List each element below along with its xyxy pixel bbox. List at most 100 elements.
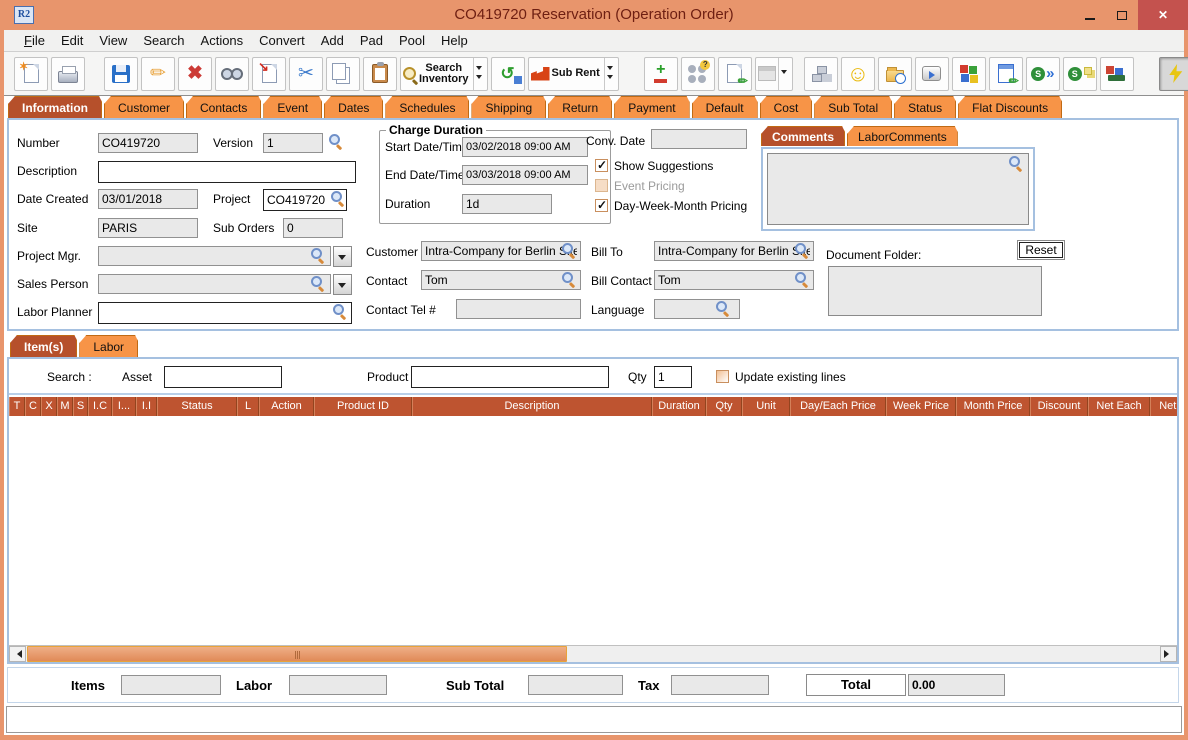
convert-order-button[interactable]: ↺ — [490, 56, 525, 91]
edit-document-button[interactable]: ✏ — [988, 56, 1023, 91]
maximize-button[interactable] — [1106, 0, 1138, 30]
sub-rent-dropdown[interactable] — [603, 57, 616, 90]
conv-date-field[interactable] — [651, 129, 747, 149]
project-mgr-lookup-icon[interactable] — [311, 248, 327, 264]
labor-planner-field[interactable] — [98, 302, 352, 324]
tab-sub-total[interactable]: Sub Total — [814, 96, 892, 118]
horizontal-scrollbar[interactable] — [9, 645, 1177, 662]
update-existing-checkbox[interactable] — [716, 370, 729, 383]
save-button[interactable] — [104, 56, 138, 91]
sub-orders-field[interactable] — [283, 218, 343, 238]
col-idots[interactable]: I... — [112, 397, 136, 416]
sub-rent-button[interactable]: Sub Rent — [527, 56, 619, 91]
close-button[interactable]: ✕ — [1138, 0, 1188, 30]
col-x[interactable]: X — [41, 397, 57, 416]
inventory-blocks-button[interactable] — [951, 56, 986, 91]
col-discount[interactable]: Discount — [1030, 397, 1088, 416]
col-week-price[interactable]: Week Price — [886, 397, 956, 416]
document-folder-box[interactable] — [828, 266, 1042, 316]
dwm-pricing-checkbox[interactable] — [595, 198, 608, 212]
tab-information[interactable]: Information — [8, 96, 102, 118]
version-lookup-icon[interactable] — [329, 134, 345, 150]
contact-field[interactable] — [421, 270, 581, 290]
minimize-button[interactable] — [1074, 0, 1106, 30]
notes-button[interactable]: ✏ — [717, 56, 752, 91]
menu-view[interactable]: View — [91, 31, 135, 50]
tab-contacts[interactable]: Contacts — [186, 96, 261, 118]
col-unit[interactable]: Unit — [742, 397, 790, 416]
pool-query-button[interactable] — [680, 56, 715, 91]
shipping-truck-button[interactable] — [1099, 56, 1134, 91]
tab-default[interactable]: Default — [692, 96, 758, 118]
col-s[interactable]: S — [73, 397, 88, 416]
tab-comments[interactable]: Comments — [761, 126, 845, 146]
project-mgr-field[interactable] — [98, 246, 331, 266]
items-total-field[interactable] — [121, 675, 221, 695]
col-description[interactable]: Description — [412, 397, 652, 416]
menu-actions[interactable]: Actions — [193, 31, 252, 50]
tab-shipping[interactable]: Shipping — [471, 96, 546, 118]
scroll-left-button[interactable] — [9, 646, 26, 662]
col-status[interactable]: Status — [157, 397, 237, 416]
menu-pool[interactable]: Pool — [391, 31, 433, 50]
tab-payment[interactable]: Payment — [614, 96, 689, 118]
sales-person-field[interactable] — [98, 274, 331, 294]
number-field[interactable] — [98, 133, 198, 153]
start-datetime-field[interactable] — [462, 137, 588, 157]
total-button[interactable]: Total — [806, 674, 906, 696]
status-notes-button[interactable]: S — [1062, 56, 1097, 91]
qty-input[interactable] — [654, 366, 692, 388]
tab-items[interactable]: Item(s) — [10, 335, 77, 357]
language-lookup-icon[interactable] — [716, 301, 732, 317]
bill-contact-field[interactable] — [654, 270, 814, 290]
sales-person-lookup-icon[interactable] — [311, 276, 327, 292]
show-suggestions-checkbox[interactable] — [595, 158, 608, 172]
tab-status[interactable]: Status — [894, 96, 956, 118]
shortcut-key-button[interactable] — [914, 56, 949, 91]
paste-button[interactable] — [363, 56, 397, 91]
items-grid-body[interactable] — [9, 416, 1177, 645]
reset-button[interactable]: Reset — [1017, 240, 1065, 260]
edit-button[interactable]: ✏ — [141, 56, 175, 91]
col-l[interactable]: L — [237, 397, 259, 416]
col-day-each-price[interactable]: Day/Each Price — [790, 397, 886, 416]
search-inventory-dropdown[interactable] — [472, 57, 485, 90]
delete-button[interactable]: ✖ — [178, 56, 212, 91]
tax-field[interactable] — [671, 675, 769, 695]
copy-button[interactable] — [326, 56, 360, 91]
calendar-dropdown[interactable] — [777, 57, 790, 90]
menu-add[interactable]: Add — [313, 31, 352, 50]
menu-search[interactable]: Search — [135, 31, 192, 50]
quick-action-button[interactable] — [1158, 56, 1188, 91]
menu-file[interactable]: File — [16, 31, 53, 50]
send-status-button[interactable]: S» — [1025, 56, 1060, 91]
comments-lookup-icon[interactable] — [1009, 156, 1025, 172]
tab-cost[interactable]: Cost — [760, 96, 813, 118]
calendar-button[interactable] — [754, 56, 793, 91]
col-ic[interactable]: I.C — [88, 397, 112, 416]
asset-search-input[interactable] — [164, 366, 282, 388]
labor-planner-lookup-icon[interactable] — [333, 304, 349, 320]
bill-to-field[interactable] — [654, 241, 814, 261]
contact-tel-field[interactable] — [456, 299, 581, 319]
scroll-right-button[interactable] — [1160, 646, 1177, 662]
col-c[interactable]: C — [25, 397, 41, 416]
smiley-status-button[interactable]: ☺ — [840, 56, 875, 91]
project-lookup-icon[interactable] — [331, 191, 347, 207]
col-t[interactable]: T — [9, 397, 25, 416]
scrollbar-thumb[interactable] — [27, 646, 567, 662]
find-button[interactable] — [215, 56, 249, 91]
col-duration[interactable]: Duration — [652, 397, 706, 416]
cut-button[interactable]: ✂ — [289, 56, 323, 91]
tab-labor[interactable]: Labor — [79, 335, 138, 357]
bill-to-lookup-icon[interactable] — [795, 243, 811, 259]
col-net-each[interactable]: Net Each — [1088, 397, 1150, 416]
menu-edit[interactable]: Edit — [53, 31, 91, 50]
bill-contact-lookup-icon[interactable] — [795, 272, 811, 288]
version-field[interactable] — [263, 133, 323, 153]
col-m[interactable]: M — [57, 397, 73, 416]
total-value-field[interactable] — [908, 674, 1005, 696]
end-datetime-field[interactable] — [462, 165, 588, 185]
menu-convert[interactable]: Convert — [251, 31, 313, 50]
menu-help[interactable]: Help — [433, 31, 476, 50]
